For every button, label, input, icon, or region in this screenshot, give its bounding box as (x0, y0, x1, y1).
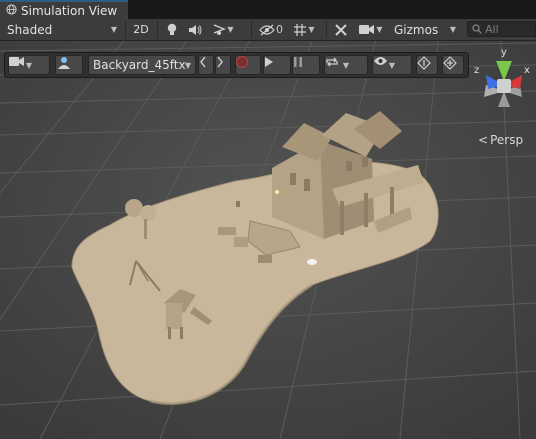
prev-icon (200, 56, 206, 68)
gizmo-z-label: z (474, 65, 479, 76)
chevron-down-icon: ▼ (184, 60, 191, 70)
camera-icon (359, 25, 375, 34)
next-icon (217, 56, 223, 68)
projection-label: Persp (490, 133, 524, 147)
search-icon (472, 24, 482, 34)
scene-render (0, 41, 536, 439)
chevron-down-icon: ▼ (227, 25, 234, 34)
chevron-down-icon: ▼ (25, 60, 33, 70)
chevron-down-icon: ▼ (110, 25, 117, 34)
grid-dropdown[interactable]: ▼ (290, 19, 318, 40)
toggle-2d-button[interactable]: 2D (129, 19, 153, 40)
agent-icon (58, 57, 70, 69)
scene-name: Backyard_45ftx (93, 58, 186, 72)
record-button[interactable] (235, 55, 261, 75)
scene-toolbar: Shaded ▼ 2D ▼ 0 ▼ ▼ Gizmos ▼ (0, 19, 536, 41)
effects-icon (214, 24, 227, 35)
pause-button[interactable] (292, 55, 320, 75)
pause-icon (294, 57, 302, 67)
scene-selector[interactable]: Backyard_45ftx ▼ (88, 55, 196, 75)
play-button[interactable] (263, 55, 291, 75)
search-field[interactable] (467, 21, 536, 37)
toggle-2d-label: 2D (133, 23, 149, 36)
gizmos-label: Gizmos (394, 22, 439, 37)
record-icon (236, 56, 248, 68)
camera-mode-dropdown[interactable]: ▼ (8, 55, 50, 75)
next-scene-button[interactable] (215, 55, 231, 75)
chevron-down-icon: ▼ (388, 60, 396, 70)
persp-chevron-icon: < (478, 133, 489, 147)
effects-dropdown[interactable]: ▼ (209, 19, 237, 40)
hidden-objects-toggle[interactable]: 0 (256, 19, 286, 40)
draw-mode-dropdown[interactable]: Shaded ▼ (4, 19, 120, 40)
gizmos-dropdown[interactable]: Gizmos ▼ (391, 19, 459, 40)
projection-toggle[interactable]: < Persp (478, 133, 523, 147)
orientation-gizmo[interactable]: y x z (470, 45, 536, 117)
camera-dropdown[interactable]: ▼ (355, 19, 387, 40)
previous-scene-button[interactable] (198, 55, 214, 75)
gizmo-x-label: x (524, 65, 530, 76)
scene-viewport[interactable]: ▼ Backyard_45ftx ▼ ▼ ▼ y x z < Persp (0, 41, 536, 439)
lighting-button[interactable] (163, 19, 181, 40)
visibility-dropdown[interactable]: ▼ (372, 55, 412, 75)
info-icon (417, 56, 431, 70)
chevron-down-icon: ▼ (308, 25, 315, 34)
audio-button[interactable] (186, 19, 204, 40)
gizmo-y-label: y (501, 47, 507, 58)
tools-icon (335, 23, 347, 36)
draw-mode-label: Shaded (7, 22, 53, 37)
chevron-down-icon: ▼ (376, 25, 383, 34)
gizmo-y-axis[interactable] (496, 61, 512, 81)
play-icon (265, 57, 273, 67)
loop-icon (326, 57, 338, 67)
tab-title: Simulation View (21, 3, 118, 18)
eye-slash-icon (259, 24, 275, 35)
info-button[interactable] (416, 55, 438, 75)
search-input[interactable] (485, 22, 525, 36)
chevron-down-icon: ▼ (342, 60, 350, 70)
simulation-toolbar: ▼ Backyard_45ftx ▼ ▼ ▼ (4, 52, 469, 78)
agent-button[interactable] (55, 55, 83, 75)
loop-dropdown[interactable]: ▼ (324, 55, 368, 75)
camera-icon (9, 57, 24, 66)
chevron-down-icon: ▼ (449, 25, 456, 34)
target-icon (443, 56, 457, 70)
eye-icon (374, 57, 387, 65)
grid-icon (294, 23, 307, 36)
tab-strip: Simulation View (0, 0, 536, 19)
tools-button[interactable] (331, 19, 351, 40)
lightbulb-icon (167, 23, 177, 35)
globe-icon (6, 3, 17, 18)
speaker-icon (189, 24, 202, 35)
hidden-count: 0 (276, 23, 283, 36)
target-button[interactable] (442, 55, 464, 75)
tab-simulation-view[interactable]: Simulation View (0, 0, 128, 19)
